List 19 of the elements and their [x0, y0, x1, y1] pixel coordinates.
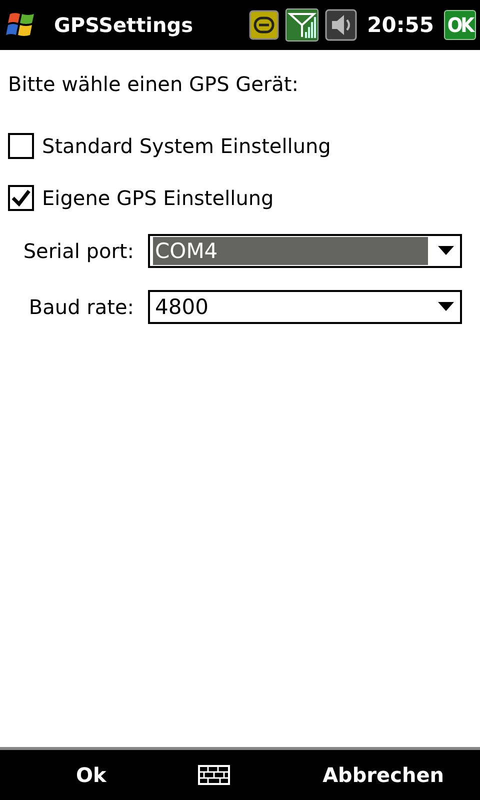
keyboard-icon[interactable] — [198, 765, 230, 785]
prompt-text: Bitte wähle einen GPS Gerät: — [8, 72, 300, 96]
clock-time: 20:55 — [367, 13, 434, 37]
ok-button[interactable]: OK — [444, 10, 476, 40]
caret-icon — [438, 246, 454, 256]
speaker-icon[interactable] — [325, 9, 358, 41]
checkbox[interactable] — [8, 185, 34, 211]
caret-icon — [438, 302, 454, 312]
field-label: Baud rate: — [28, 295, 134, 319]
dropdown[interactable]: COM4 — [148, 234, 462, 268]
checkbox-label[interactable]: Standard System Einstellung — [42, 134, 331, 158]
cancel-softkey[interactable]: Abbrechen — [322, 763, 444, 787]
checkbox[interactable] — [8, 133, 34, 159]
signal-icon[interactable] — [285, 8, 320, 42]
ok-softkey[interactable]: Ok — [76, 763, 106, 787]
dropdown[interactable]: 4800 — [148, 290, 462, 324]
window-title: GPSSettings — [54, 13, 194, 37]
field-label: Serial port: — [22, 239, 134, 263]
checkbox-label[interactable]: Eigene GPS Einstellung — [42, 186, 274, 210]
